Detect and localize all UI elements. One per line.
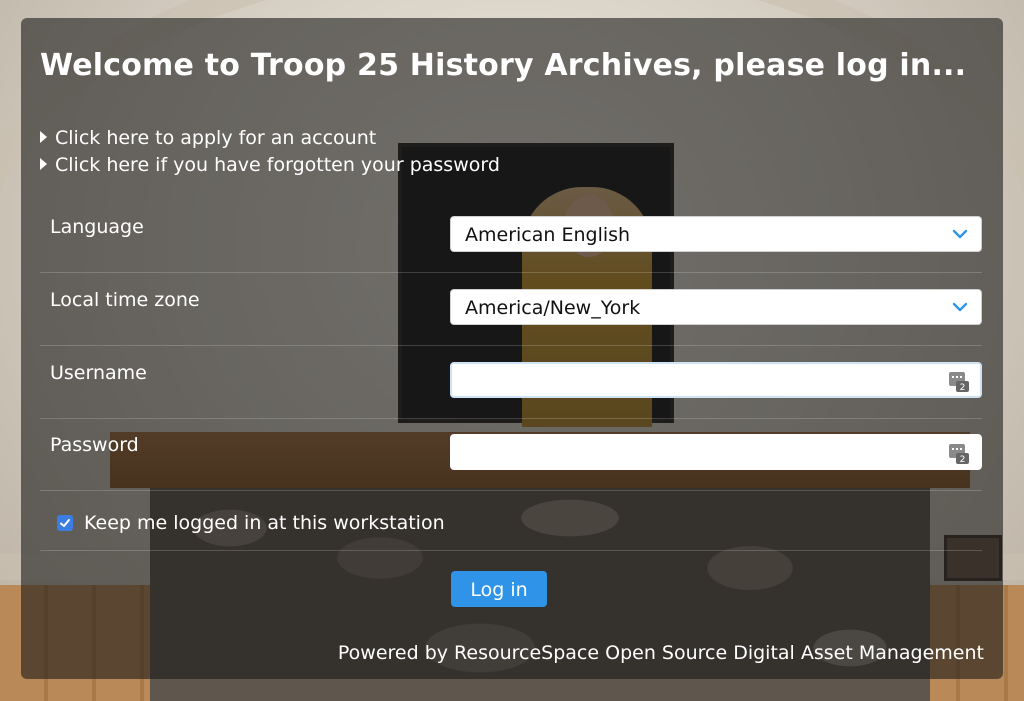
keyboard-autofill-icon[interactable]: 2 [948, 443, 970, 465]
keyboard-autofill-icon[interactable]: 2 [948, 371, 970, 393]
password-input[interactable]: 2 [450, 434, 982, 470]
timezone-select[interactable]: America/New_York [450, 289, 982, 325]
remember-label[interactable]: Keep me logged in at this workstation [84, 512, 445, 534]
apply-account-link-label: Click here to apply for an account [55, 127, 377, 149]
login-panel: Welcome to Troop 25 History Archives, pl… [21, 18, 1003, 679]
forgot-password-link[interactable]: Click here if you have forgotten your pa… [40, 152, 500, 179]
remember-row: Keep me logged in at this workstation [40, 491, 982, 551]
remember-checkbox[interactable] [57, 515, 73, 531]
language-select[interactable]: American English [450, 216, 982, 252]
account-links: Click here to apply for an account Click… [40, 125, 500, 179]
language-label: Language [50, 216, 144, 238]
username-label: Username [50, 362, 147, 384]
username-row: Username 2 [40, 346, 982, 419]
password-label: Password [50, 434, 139, 456]
footer-text: Powered by ResourceSpace Open Source Dig… [337, 642, 984, 664]
forgot-password-link-label: Click here if you have forgotten your pa… [55, 154, 500, 176]
language-row: Language American English [40, 200, 982, 273]
apply-account-link[interactable]: Click here to apply for an account [40, 125, 500, 152]
timezone-row: Local time zone America/New_York [40, 273, 982, 346]
language-select-value: American English [465, 224, 631, 246]
svg-text:2: 2 [960, 383, 966, 393]
checkmark-icon [60, 519, 70, 527]
triangle-right-icon [40, 158, 47, 170]
page-title: Welcome to Troop 25 History Archives, pl… [40, 48, 967, 83]
chevron-down-icon [952, 229, 968, 239]
chevron-down-icon [952, 302, 968, 312]
timezone-label: Local time zone [50, 289, 200, 311]
password-row: Password 2 [40, 418, 982, 491]
triangle-right-icon [40, 131, 47, 143]
timezone-select-value: America/New_York [465, 297, 641, 319]
username-input[interactable]: 2 [450, 362, 982, 398]
svg-text:2: 2 [960, 455, 966, 465]
login-button[interactable]: Log in [451, 571, 547, 607]
